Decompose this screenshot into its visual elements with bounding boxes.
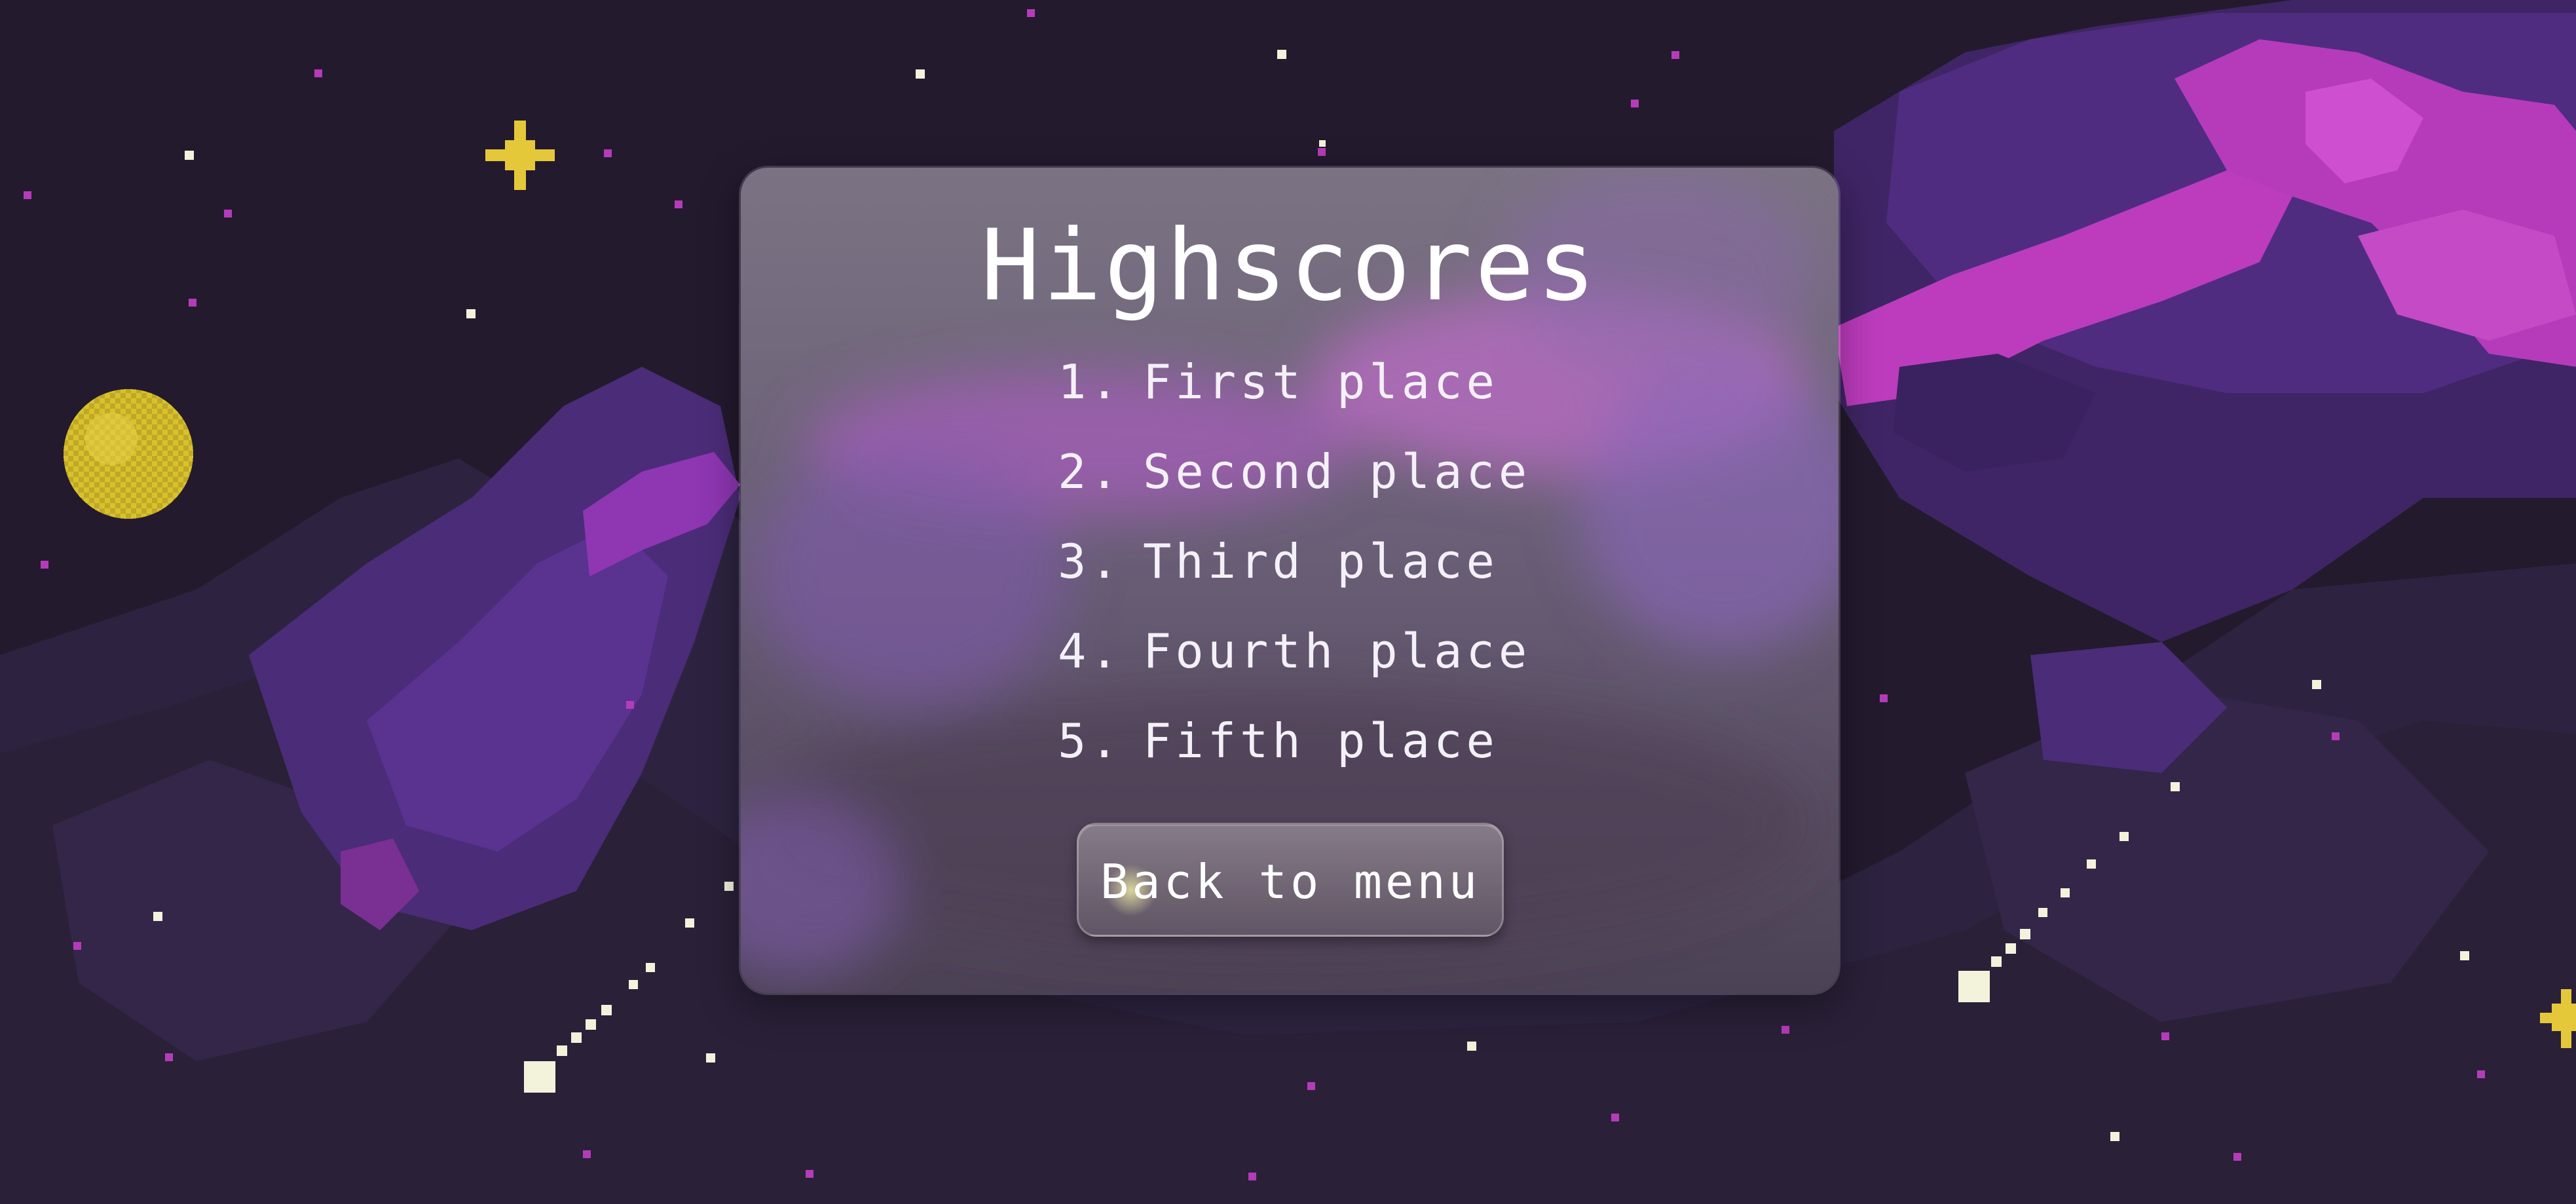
game-screen: Highscores 1. First place 2. Second place … — [0, 0, 2576, 1204]
highscore-row: 3. Third place — [1058, 525, 1531, 615]
back-to-menu-button[interactable]: Back to menu — [1077, 823, 1504, 937]
highscore-rank: 2. — [1058, 444, 1123, 499]
highscore-row: 1. First place — [1058, 346, 1531, 436]
highscore-list: 1. First place 2. Second place 3. Third pla… — [1058, 346, 1531, 795]
highscore-name: Fifth place — [1143, 713, 1499, 768]
highscores-panel: Highscores 1. First place 2. Second place … — [739, 166, 1840, 995]
planet-icon — [64, 389, 193, 519]
page-title: Highscores — [980, 209, 1599, 323]
highscore-name: Fourth place — [1143, 624, 1531, 679]
highscore-rank: 5. — [1058, 713, 1123, 768]
highscore-rank: 4. — [1058, 624, 1123, 679]
back-to-menu-label: Back to menu — [1100, 854, 1481, 909]
highscore-row: 4. Fourth place — [1058, 615, 1531, 705]
highscore-row: 2. Second place — [1058, 436, 1531, 525]
highscore-rank: 1. — [1058, 354, 1123, 409]
highscore-name: Third place — [1143, 534, 1499, 589]
highscore-rank: 3. — [1058, 534, 1123, 589]
highscore-row: 5. Fifth place — [1058, 705, 1531, 795]
highscore-name: First place — [1143, 354, 1499, 409]
panel-content: Highscores 1. First place 2. Second place … — [741, 168, 1839, 993]
highscore-name: Second place — [1143, 444, 1531, 499]
